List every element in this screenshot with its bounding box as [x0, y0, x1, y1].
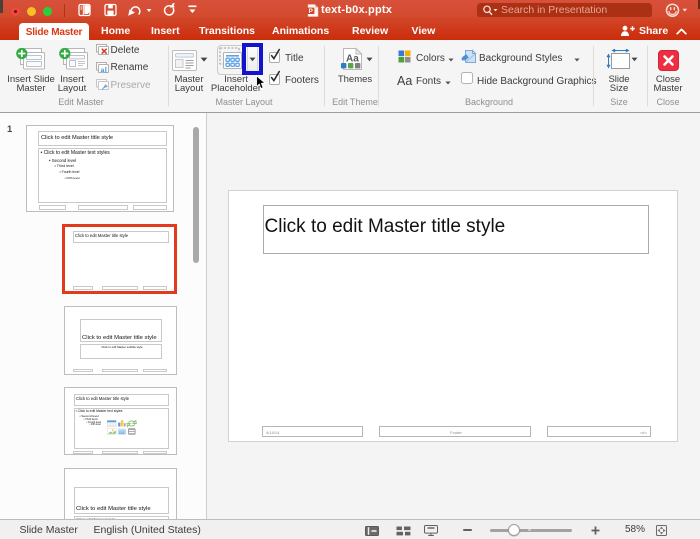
svg-text:a: a [101, 67, 105, 74]
svg-text:P: P [309, 8, 314, 15]
svg-text:Aa: Aa [346, 54, 359, 65]
